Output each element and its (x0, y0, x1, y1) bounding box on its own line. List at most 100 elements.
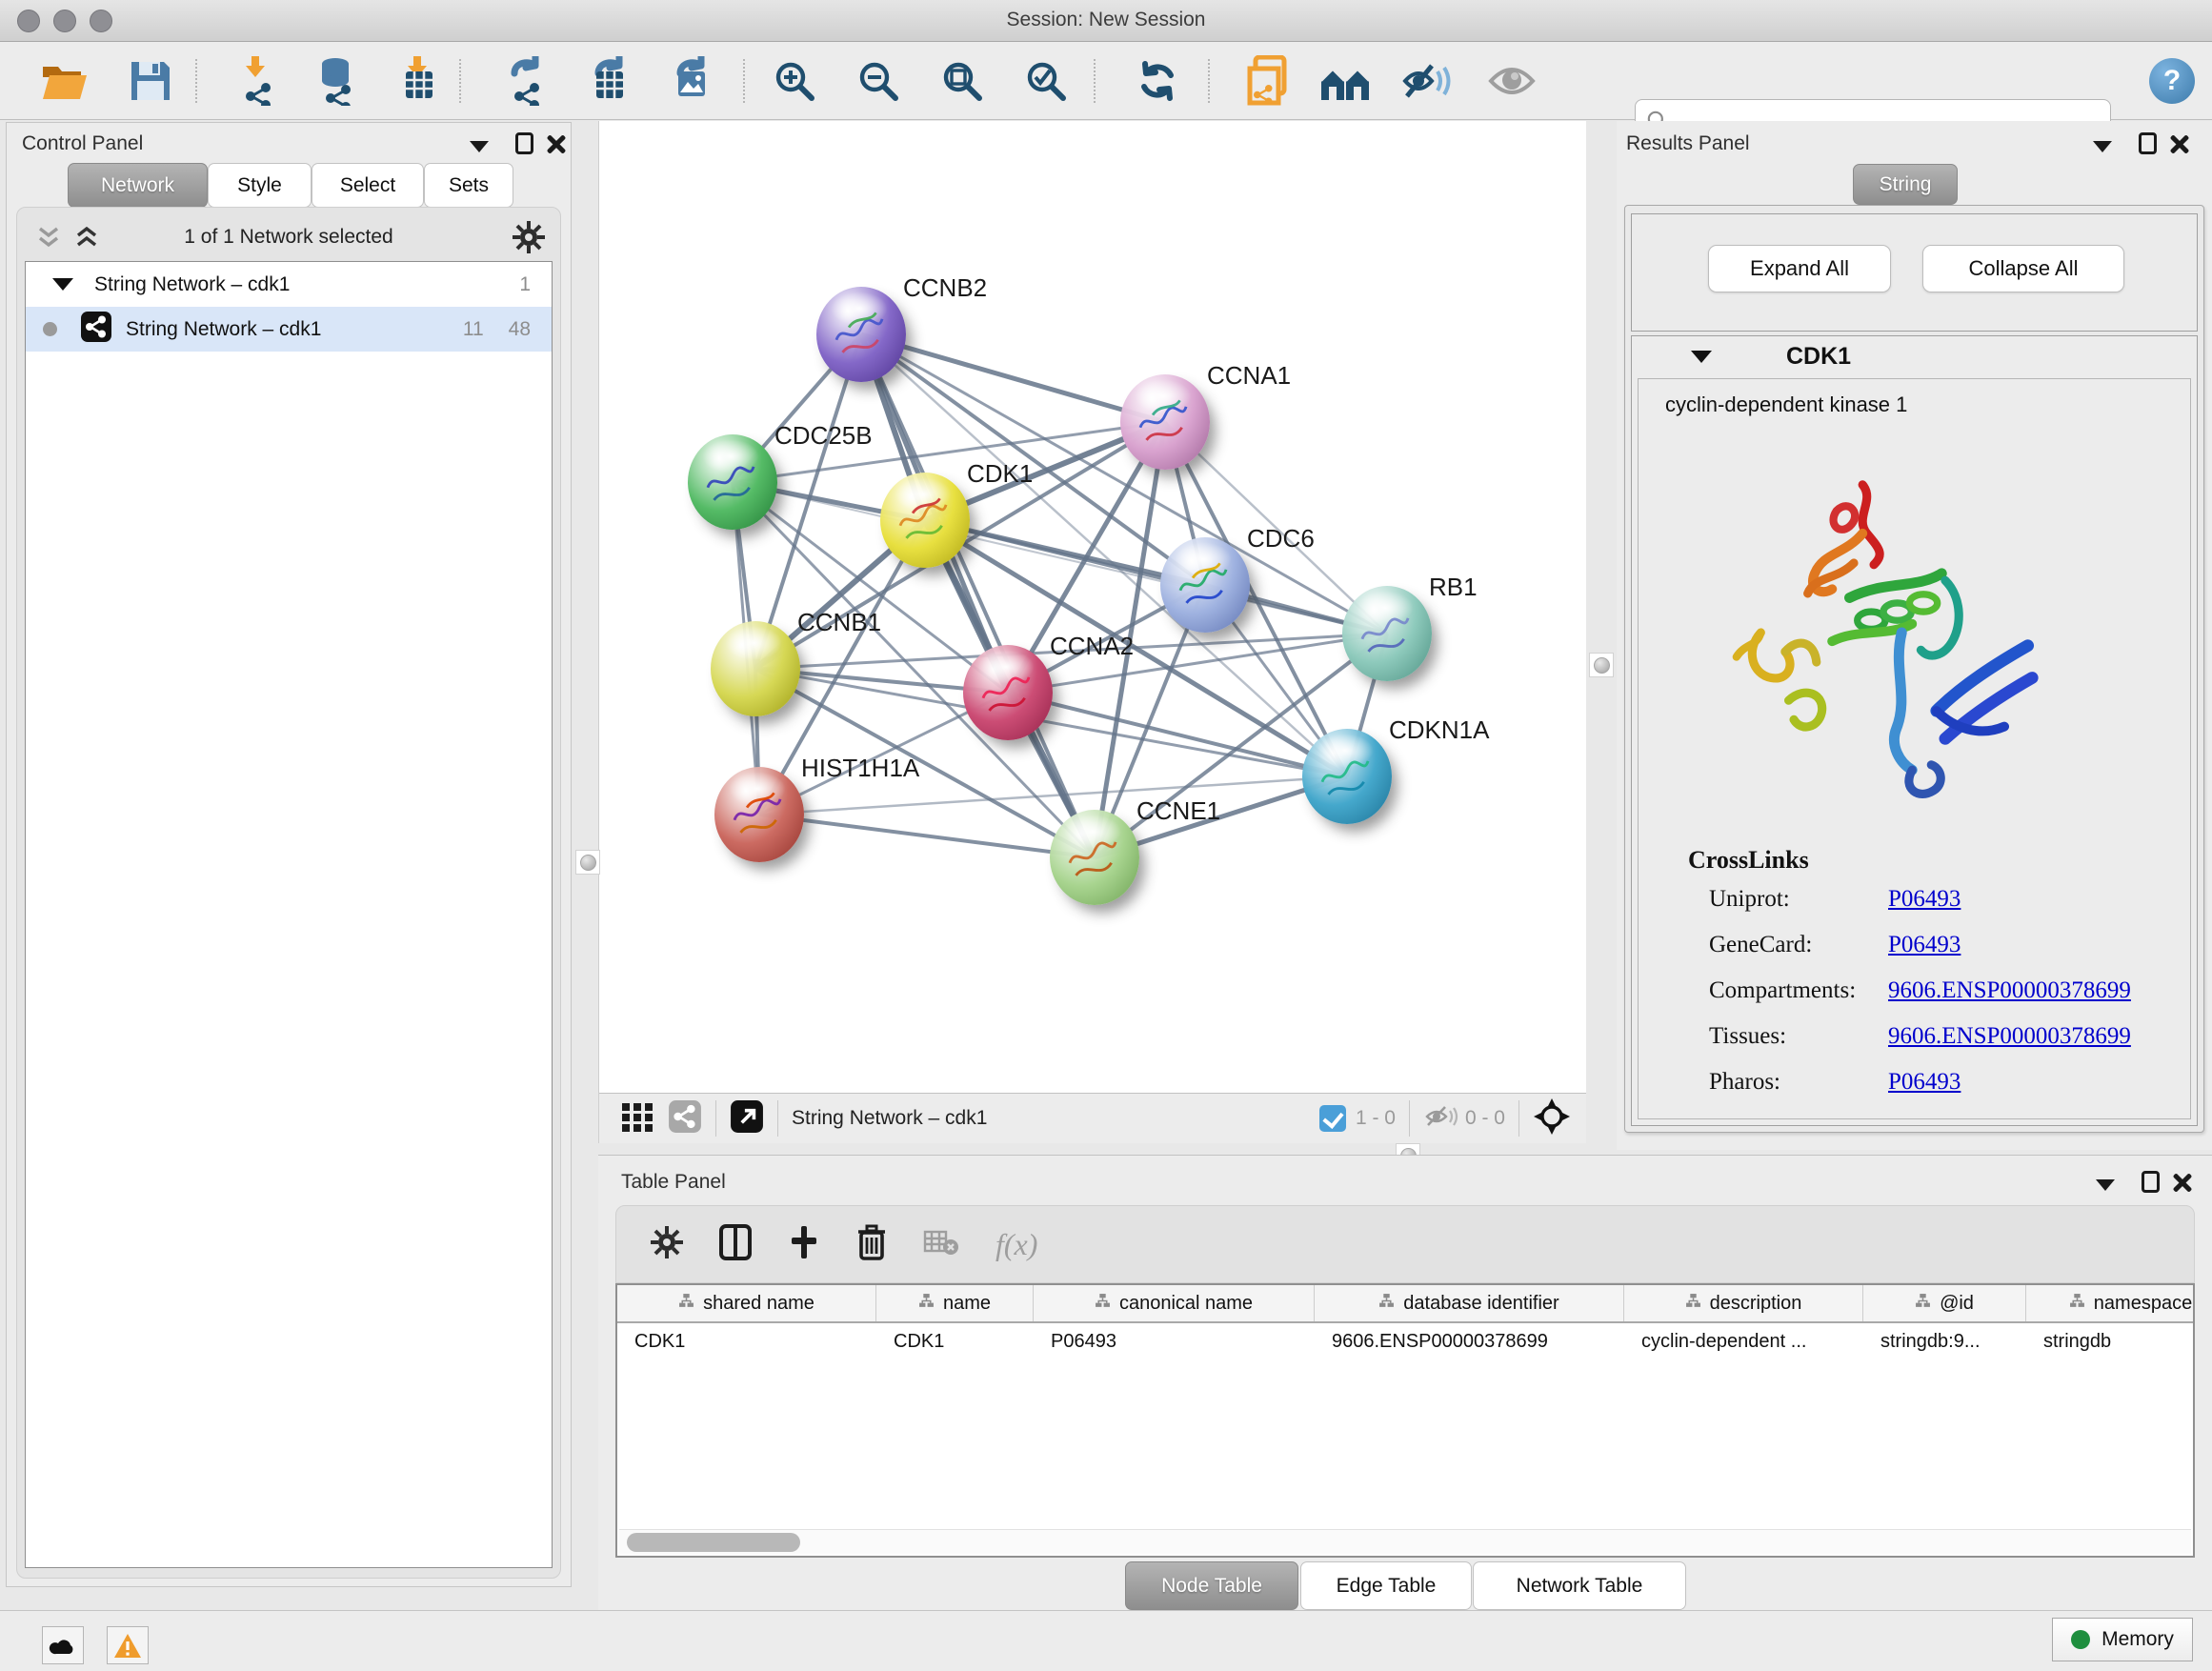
warnings-button[interactable] (107, 1626, 149, 1664)
network-canvas[interactable]: CCNB2CCNA1CDC25BCDK1CDC6RB1CCNB1CCNA2CDK… (599, 121, 1586, 1093)
expand-all-button[interactable]: Expand All (1708, 245, 1891, 292)
export-table-file-button[interactable] (583, 54, 636, 108)
crosslink-link[interactable]: 9606.ENSP00000378699 (1888, 977, 2131, 1004)
crosslink-link[interactable]: 9606.ENSP00000378699 (1888, 1023, 2131, 1050)
gene-expander-icon[interactable] (1691, 351, 1712, 363)
export-network-file-button[interactable] (499, 54, 553, 108)
close-panel-icon[interactable] (2172, 1172, 2193, 1198)
show-all-button[interactable] (1485, 54, 1538, 108)
network-edge-count: 48 (509, 318, 531, 341)
node-CDK1[interactable] (880, 473, 970, 568)
import-table-file-button[interactable] (392, 54, 446, 108)
tab-style[interactable]: Style (208, 163, 312, 208)
right-splitter-handle[interactable] (1589, 653, 1614, 677)
node-HIST1H1A[interactable] (714, 767, 804, 862)
column-header-name[interactable]: name (876, 1285, 1034, 1321)
network-row[interactable]: String Network – cdk1 11 48 (26, 307, 552, 352)
node-CCNB1[interactable] (711, 621, 800, 716)
column-header-description[interactable]: description (1624, 1285, 1863, 1321)
cell-namespace[interactable]: stringdb (2026, 1323, 2195, 1359)
apply-layout-button[interactable] (1131, 54, 1184, 108)
show-columns-icon[interactable] (719, 1224, 752, 1265)
cell-canonicalname[interactable]: P06493 (1034, 1323, 1315, 1359)
help-button[interactable]: ? (2145, 54, 2199, 108)
grid-mode-icon[interactable] (620, 1099, 654, 1138)
node-CDKN1A[interactable] (1302, 729, 1392, 824)
crosslink-link[interactable]: P06493 (1888, 1069, 1961, 1096)
node-CDC6[interactable] (1160, 537, 1250, 633)
maximize-panel-icon[interactable] (515, 132, 533, 159)
network-selection-status: 1 of 1 Network selected (17, 226, 560, 249)
open-in-window-icon[interactable] (730, 1099, 764, 1138)
import-network-database-button[interactable] (309, 54, 362, 108)
table-row[interactable]: CDK1CDK1P064939606.ENSP00000378699cyclin… (617, 1323, 2193, 1359)
gene-header-row[interactable]: CDK1 (1632, 336, 2197, 376)
cell-databaseidentifier[interactable]: 9606.ENSP00000378699 (1315, 1323, 1624, 1359)
float-panel-icon[interactable] (2093, 140, 2112, 157)
node-CCNA1[interactable] (1120, 374, 1210, 470)
gene-description: cyclin-dependent kinase 1 (1665, 393, 1907, 417)
column-header-canonicalname[interactable]: canonical name (1034, 1285, 1315, 1321)
open-session-button[interactable] (38, 54, 91, 108)
scrollbar-thumb[interactable] (627, 1533, 800, 1552)
maximize-panel-icon[interactable] (2142, 1171, 2160, 1198)
tab-string[interactable]: String (1853, 164, 1958, 205)
birds-eye-view-icon[interactable] (1533, 1097, 1571, 1140)
cell-id[interactable]: stringdb:9... (1863, 1323, 2026, 1359)
column-header-sharedname[interactable]: shared name (617, 1285, 876, 1321)
save-session-button[interactable] (124, 54, 177, 108)
cloud-status-button[interactable] (42, 1626, 84, 1664)
column-header-databaseidentifier[interactable]: database identifier (1315, 1285, 1624, 1321)
zoom-fit-button[interactable] (935, 54, 989, 108)
node-CDC25B[interactable] (688, 434, 777, 530)
tab-network[interactable]: Network (68, 163, 208, 208)
collapse-all-button[interactable]: Collapse All (1922, 245, 2124, 292)
add-column-icon[interactable] (788, 1224, 820, 1265)
collection-expander-icon[interactable] (52, 278, 73, 291)
crosslinks-list: Uniprot:P06493GeneCard:P06493Compartment… (1709, 886, 2185, 1115)
tab-select[interactable]: Select (312, 163, 424, 208)
selected-nodes-checkbox[interactable] (1319, 1105, 1346, 1132)
toolbar-separator (195, 59, 197, 103)
tab-edge-table[interactable]: Edge Table (1300, 1561, 1472, 1610)
first-neighbors-button[interactable] (1318, 54, 1372, 108)
node-CCNA2[interactable] (963, 645, 1053, 740)
column-header-id[interactable]: @id (1863, 1285, 2026, 1321)
close-panel-icon[interactable] (546, 133, 567, 159)
tab-node-table[interactable]: Node Table (1125, 1561, 1298, 1610)
tab-network-table[interactable]: Network Table (1473, 1561, 1686, 1610)
horizontal-scrollbar[interactable] (619, 1529, 2191, 1554)
column-type-icon (1378, 1293, 1395, 1315)
network-collection-row[interactable]: String Network – cdk1 1 (26, 262, 552, 307)
crosslink-link[interactable]: P06493 (1888, 932, 1961, 958)
cell-description[interactable]: cyclin-dependent ... (1624, 1323, 1863, 1359)
node-CCNE1[interactable] (1050, 810, 1139, 905)
crosslink-link[interactable]: P06493 (1888, 886, 1961, 913)
export-image-button[interactable] (665, 54, 718, 108)
node-RB1[interactable] (1342, 586, 1432, 681)
hide-selected-icon (1401, 60, 1453, 102)
hide-selected-button[interactable] (1400, 54, 1454, 108)
zoom-out-button[interactable] (852, 54, 905, 108)
node-CCNB2[interactable] (816, 287, 906, 382)
zoom-in-button[interactable] (768, 54, 821, 108)
protein-structure-image (1684, 433, 2084, 833)
maximize-panel-icon[interactable] (2139, 132, 2157, 159)
cell-sharedname[interactable]: CDK1 (617, 1323, 876, 1359)
network-options-gear-icon[interactable] (513, 221, 545, 258)
import-network-file-button[interactable] (231, 54, 284, 108)
memory-button[interactable]: Memory (2052, 1618, 2193, 1661)
delete-column-trash-icon[interactable] (856, 1224, 887, 1265)
left-splitter-handle[interactable] (575, 850, 600, 875)
network-share-icon[interactable] (668, 1099, 702, 1138)
zoom-selected-button[interactable] (1019, 54, 1073, 108)
cell-name[interactable]: CDK1 (876, 1323, 1034, 1359)
float-panel-icon[interactable] (470, 140, 489, 157)
table-settings-gear-icon[interactable] (651, 1226, 683, 1263)
tab-sets[interactable]: Sets (424, 163, 513, 208)
close-panel-icon[interactable] (2169, 133, 2190, 159)
export-network-file-icon (501, 56, 551, 106)
column-header-namespace[interactable]: namespace (2026, 1285, 2195, 1321)
new-network-from-selection-button[interactable] (1243, 54, 1297, 108)
float-panel-icon[interactable] (2096, 1178, 2115, 1196)
